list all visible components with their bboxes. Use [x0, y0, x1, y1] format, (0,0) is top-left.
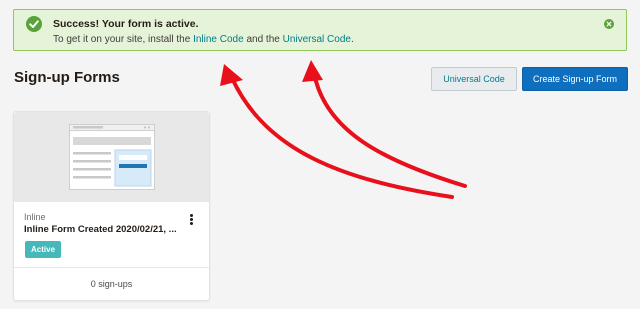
arrow-head-inline — [220, 64, 243, 86]
arrow-head-universal — [302, 60, 323, 82]
arrow-to-inline-code — [230, 76, 454, 199]
annotation-arrows — [220, 60, 467, 199]
